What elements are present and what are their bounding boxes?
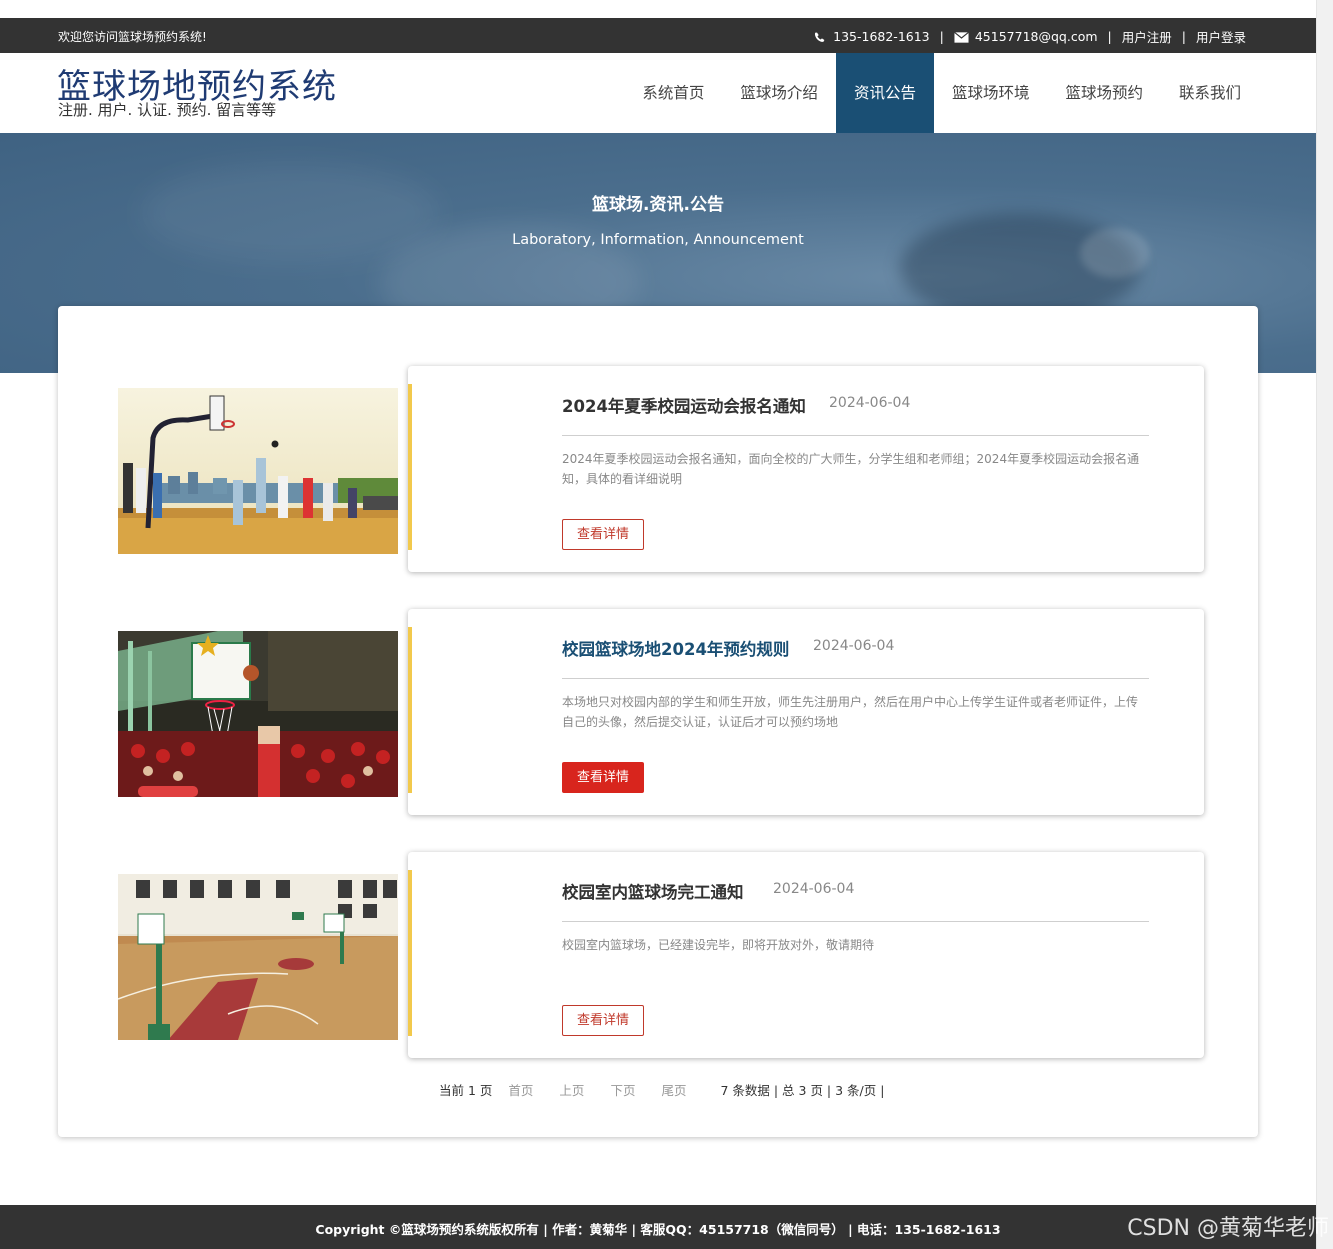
nav-item-contact[interactable]: 联系我们 [1161, 53, 1259, 133]
card-accent-bar [408, 384, 412, 550]
list-item: 校园篮球场地2024年预约规则 2024-06-04 本场地只对校园内部的学生和… [118, 609, 1204, 815]
news-title[interactable]: 校园篮球场地2024年预约规则 [562, 636, 789, 660]
view-details-button[interactable]: 查看详情 [562, 762, 644, 793]
first-page-link[interactable]: 首页 [508, 1080, 533, 1099]
view-details-button[interactable]: 查看详情 [562, 1005, 644, 1036]
separator: | [1107, 29, 1112, 44]
card-accent-bar [408, 627, 412, 793]
news-card: 校园室内篮球场完工通知 2024-06-04 校园室内篮球场，已经建设完毕，即将… [408, 852, 1204, 1058]
nav-item-booking[interactable]: 篮球场预约 [1047, 53, 1161, 133]
list-item: 校园室内篮球场完工通知 2024-06-04 校园室内篮球场，已经建设完毕，即将… [118, 852, 1204, 1058]
site-header: 篮球场地预约系统 注册. 用户. 认证. 预约. 留言等等 系统首页 篮球场介绍… [0, 53, 1316, 133]
email-address: 45157718@qq.com [974, 29, 1098, 44]
news-title[interactable]: 校园室内篮球场完工通知 [562, 879, 744, 903]
login-link[interactable]: 用户登录 [1196, 27, 1246, 46]
card-accent-bar [408, 870, 412, 1036]
news-date: 2024-06-04 [813, 638, 895, 654]
news-thumbnail[interactable] [118, 631, 398, 797]
pagination: 当前 1 页 首页 上页 下页 尾页 7 条数据 | 总 3 页 | 3 条/页… [439, 1080, 884, 1099]
divider [562, 678, 1149, 679]
news-title[interactable]: 2024年夏季校园运动会报名通知 [562, 393, 806, 417]
phone-number: 135-1682-1613 [833, 29, 930, 44]
next-page-link[interactable]: 下页 [610, 1080, 635, 1099]
nav-item-environment[interactable]: 篮球场环境 [934, 53, 1048, 133]
phone-contact: 135-1682-1613 [812, 29, 930, 44]
watermark: CSDN @黄菊华老师 [1127, 1216, 1329, 1241]
welcome-text: 欢迎您访问篮球场预约系统! [58, 30, 207, 44]
prev-page-link[interactable]: 上页 [559, 1080, 584, 1099]
main-nav: 系统首页 篮球场介绍 资讯公告 篮球场环境 篮球场预约 联系我们 [624, 53, 1259, 133]
news-summary: 校园室内篮球场，已经建设完毕，即将开放对外，敬请期待 [562, 938, 875, 952]
banner-title: 篮球场.资讯.公告 [592, 195, 724, 215]
news-panel: 2024年夏季校园运动会报名通知 2024-06-04 2024年夏季校园运动会… [58, 306, 1258, 1137]
top-bar-contact: 135-1682-1613 | 45157718@qq.com | 用户注册 |… [812, 27, 1246, 46]
register-link[interactable]: 用户注册 [1122, 27, 1172, 46]
news-date: 2024-06-04 [829, 395, 911, 411]
news-summary: 2024年夏季校园运动会报名通知，面向全校的广大师生，分学生组和老师组；2024… [562, 452, 1140, 486]
site-subtitle: 注册. 用户. 认证. 预约. 留言等等 [58, 101, 277, 119]
news-card: 2024年夏季校园运动会报名通知 2024-06-04 2024年夏季校园运动会… [408, 366, 1204, 572]
separator: | [939, 29, 944, 44]
separator: | [1181, 29, 1186, 44]
nav-item-news[interactable]: 资讯公告 [835, 53, 934, 133]
news-card: 校园篮球场地2024年预约规则 2024-06-04 本场地只对校园内部的学生和… [408, 609, 1204, 815]
footer-copyright: Copyright ©篮球场预约系统版权所有 | 作者：黄菊华 | 客服QQ：4… [315, 1222, 1001, 1237]
news-thumbnail[interactable] [118, 874, 398, 1040]
phone-icon [815, 32, 825, 42]
banner-subtitle: Laboratory, Information, Announcement [512, 232, 804, 248]
nav-item-intro[interactable]: 篮球场介绍 [722, 53, 836, 133]
divider [562, 921, 1149, 922]
news-summary: 本场地只对校园内部的学生和师生开放，师生先注册用户，然后在用户中心上传学生证件或… [562, 695, 1139, 729]
pagination-stats: 7 条数据 | 总 3 页 | 3 条/页 | [720, 1083, 885, 1098]
current-page: 当前 1 页 [439, 1083, 493, 1098]
nav-item-home[interactable]: 系统首页 [624, 53, 722, 133]
mail-icon [953, 31, 969, 43]
news-thumbnail[interactable] [118, 388, 398, 554]
page-scrollbar[interactable] [1316, 0, 1333, 1249]
last-page-link[interactable]: 尾页 [661, 1080, 686, 1099]
view-details-button[interactable]: 查看详情 [562, 519, 644, 550]
list-item: 2024年夏季校园运动会报名通知 2024-06-04 2024年夏季校园运动会… [118, 366, 1204, 572]
divider [562, 435, 1149, 436]
news-date: 2024-06-04 [773, 881, 855, 897]
site-footer: Copyright ©篮球场预约系统版权所有 | 作者：黄菊华 | 客服QQ：4… [0, 1205, 1316, 1249]
top-bar: 欢迎您访问篮球场预约系统! 135-1682-1613 | 45157718@q… [0, 18, 1316, 53]
email-contact: 45157718@qq.com [953, 29, 1098, 44]
